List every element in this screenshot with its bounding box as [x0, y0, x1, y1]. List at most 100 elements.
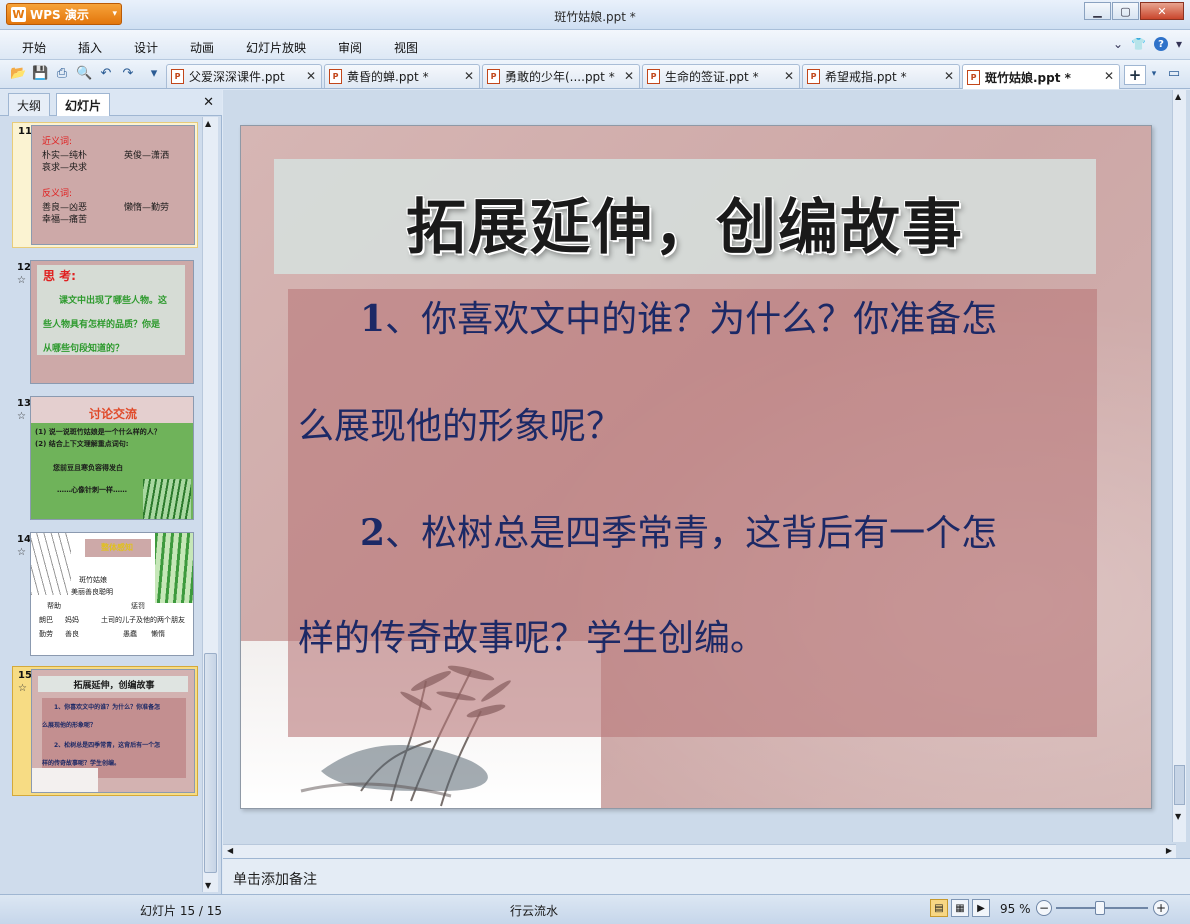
thumb-text: 斑竹姑娘 — [79, 576, 107, 584]
doc-tab-1[interactable]: P 父爱深深课件.ppt ✕ — [166, 64, 322, 88]
thumb-text: (2) 结合上下文理解重点词句: — [35, 440, 129, 448]
doc-tab-label: 勇敢的少年(....ppt * — [505, 70, 615, 84]
doc-tab-label: 生命的签证.ppt * — [665, 70, 759, 84]
doc-tab-6-active[interactable]: P 斑竹姑娘.ppt * ✕ — [962, 64, 1120, 89]
scroll-up-icon[interactable]: ▲ — [1175, 92, 1181, 101]
scroll-down-icon[interactable]: ▼ — [1175, 812, 1181, 821]
doc-tab-label: 父爱深深课件.ppt — [189, 70, 285, 84]
scroll-up-icon[interactable]: ▲ — [205, 119, 211, 128]
scrollbar-thumb[interactable] — [1174, 765, 1185, 805]
slide-thumbnail-13[interactable]: 13 ☆ 讨论交流 (1) 说一说斑竹姑娘是一个什么样的人？ (2) 结合上下文… — [12, 396, 198, 522]
thumb-text: 您前豆且寒负容得发白 — [53, 464, 123, 472]
new-tab-button[interactable]: + — [1124, 65, 1146, 85]
minimize-button[interactable]: ▁ — [1084, 2, 1111, 20]
print-preview-icon[interactable]: 🔍 — [76, 66, 92, 82]
save-icon[interactable]: 💾 — [32, 66, 48, 82]
close-tab-icon[interactable]: ✕ — [464, 69, 474, 83]
undo-icon[interactable]: ↶ — [98, 66, 114, 82]
zoom-level: 95 % — [1000, 902, 1031, 916]
thumbnail-preview: 讨论交流 (1) 说一说斑竹姑娘是一个什么样的人？ (2) 结合上下文理解重点词… — [30, 396, 194, 520]
zoom-in-button[interactable]: + — [1153, 900, 1169, 916]
quick-toolbar: 📂 💾 ⎙ 🔍 ↶ ↷ ▾ P 父爱深深课件.ppt ✕ P 黄昏的蝉.ppt … — [0, 60, 1190, 89]
close-panel-icon[interactable]: ✕ — [203, 95, 214, 110]
tab-outline[interactable]: 大纲 — [8, 93, 51, 116]
customize-toolbar-icon[interactable]: ▾ — [146, 66, 162, 82]
status-bar: 幻灯片 15 / 15 行云流水 ▤ ▦ ▶ 95 % − + — [0, 894, 1190, 924]
doc-tab-5[interactable]: P 希望戒指.ppt * ✕ — [802, 64, 960, 88]
menu-animation[interactable]: 动画 — [190, 39, 214, 56]
chevron-down-icon[interactable]: ▾ — [1176, 37, 1182, 51]
thumbnail-scrollbar[interactable]: ▲ ▼ — [202, 117, 218, 892]
thumb-text: 懒惰 — [151, 630, 165, 638]
scroll-right-icon[interactable]: ▶ — [1166, 846, 1172, 855]
slide-title[interactable]: 拓展延伸，创编故事 — [274, 179, 1096, 266]
close-tab-icon[interactable]: ✕ — [306, 69, 316, 83]
slide-paragraph-2-line-1: 2、松树总是四季常青，这背后有一个怎 — [298, 479, 1078, 588]
menu-slideshow[interactable]: 幻灯片放映 — [246, 39, 306, 56]
slide-sorter-view-icon[interactable]: ▦ — [951, 899, 969, 917]
bamboo-image — [143, 479, 191, 519]
thumbnail-preview: 拓展延伸，创编故事 1、你喜欢文中的谁？为什么？你准备怎 么展现他的形象呢？ 2… — [31, 669, 195, 793]
skin-shirt-icon[interactable]: 👕 — [1131, 37, 1146, 51]
close-tab-icon[interactable]: ✕ — [1104, 69, 1114, 83]
slide-thumbnail-15-selected[interactable]: 15 ☆ 拓展延伸，创编故事 1、你喜欢文中的谁？为什么？你准备怎 么展现他的形… — [12, 666, 198, 796]
thumb-text: 2、松树总是四季常青，这背后有一个怎 — [54, 742, 161, 749]
redo-icon[interactable]: ↷ — [120, 66, 136, 82]
thumb-text: 整体感知 — [101, 543, 133, 552]
thumb-text: 么展现他的形象呢？ — [42, 722, 97, 729]
menu-view[interactable]: 视图 — [394, 39, 418, 56]
normal-view-icon[interactable]: ▤ — [930, 899, 948, 917]
tab-slides[interactable]: 幻灯片 — [56, 93, 111, 116]
current-slide[interactable]: 拓展延伸，创编故事 1、你喜欢文中的谁？为什么？你准备怎 么展现他的形象呢？ 2… — [240, 125, 1152, 809]
thumb-text: 些人物具有怎样的品质？你是 — [43, 320, 161, 330]
print-icon[interactable]: ⎙ — [54, 66, 70, 82]
slide-thumbnail-11[interactable]: 11 近义词: 朴实—纯朴 哀求—央求 英俊—潇洒 反义词: 善良—凶恶 幸福—… — [12, 122, 198, 248]
doc-tab-4[interactable]: P 生命的签证.ppt * ✕ — [642, 64, 800, 88]
close-tab-icon[interactable]: ✕ — [624, 69, 634, 83]
zoom-slider-handle[interactable] — [1095, 901, 1105, 915]
zoom-out-button[interactable]: − — [1036, 900, 1052, 916]
maximize-button[interactable]: ▢ — [1112, 2, 1139, 20]
thumb-text: 哀求—央求 — [42, 163, 88, 173]
scrollbar-thumb[interactable] — [204, 653, 217, 873]
slide-thumbnail-14[interactable]: 14 ☆ 整体感知 斑竹姑娘 美丽善良聪明 帮助 惩罚 朗巴 妈妈 土司的儿子及… — [12, 532, 198, 658]
close-window-button[interactable]: ✕ — [1140, 2, 1184, 20]
thumb-text: 幸福—痛苦 — [42, 215, 88, 225]
open-folder-icon[interactable]: 📂 — [10, 66, 26, 82]
chevron-down-icon[interactable]: ⌄ — [1113, 37, 1123, 51]
slide-thumbnail-12[interactable]: 12 ☆ 思 考: 课文中出现了哪些人物。这 些人物具有怎样的品质？你是 从哪些… — [12, 260, 198, 386]
menu-insert[interactable]: 插入 — [78, 39, 102, 56]
chevron-down-icon[interactable]: ▾ — [1146, 66, 1162, 82]
thumbnail-preview: 整体感知 斑竹姑娘 美丽善良聪明 帮助 惩罚 朗巴 妈妈 土司的儿子及他的两个朋… — [30, 532, 194, 656]
menu-review[interactable]: 审阅 — [338, 39, 362, 56]
thumb-text: 愚蠢 — [123, 630, 137, 638]
menu-home[interactable]: 开始 — [22, 39, 46, 56]
help-icon[interactable]: ? — [1153, 37, 1168, 51]
window-title: 斑竹姑娘.ppt * — [554, 10, 636, 24]
ppt-file-icon: P — [171, 69, 184, 84]
slideshow-view-icon[interactable]: ▶ — [972, 899, 990, 917]
para-text: 、松树总是四季常青，这背后有一个怎 — [385, 513, 998, 554]
doc-tab-3[interactable]: P 勇敢的少年(....ppt * ✕ — [482, 64, 640, 88]
tab-list-icon[interactable]: ▭ — [1166, 66, 1182, 82]
thumb-text: 善良 — [65, 630, 79, 638]
thumb-text: 从哪些句段知道的？ — [43, 344, 125, 354]
slide-paragraph-1-line-1: 1、你喜欢文中的谁？为什么？你准备怎 — [298, 265, 1078, 374]
close-tab-icon[interactable]: ✕ — [784, 69, 794, 83]
scroll-left-icon[interactable]: ◀ — [227, 846, 233, 855]
menu-design[interactable]: 设计 — [134, 39, 158, 56]
doc-tab-2[interactable]: P 黄昏的蝉.ppt * ✕ — [324, 64, 480, 88]
bamboo-image — [155, 533, 193, 603]
slide-body-textbox[interactable]: 1、你喜欢文中的谁？为什么？你准备怎 么展现他的形象呢？ 2、松树总是四季常青，… — [288, 289, 1097, 737]
slide-vertical-scrollbar[interactable]: ▲ ▼ — [1172, 90, 1186, 842]
doc-tab-label: 斑竹姑娘.ppt * — [985, 70, 1071, 85]
slide-paragraph-1-line-2: 么展现他的形象呢？ — [298, 406, 623, 447]
animation-star-icon: ☆ — [17, 275, 26, 286]
slide-horizontal-scrollbar[interactable]: ◀ ▶ — [223, 844, 1176, 858]
notes-pane[interactable]: 单击添加备注 — [223, 858, 1190, 894]
thumb-text: 妈妈 — [65, 616, 79, 624]
thumbnail-preview: 近义词: 朴实—纯朴 哀求—央求 英俊—潇洒 反义词: 善良—凶恶 幸福—痛苦 … — [31, 125, 195, 245]
scroll-down-icon[interactable]: ▼ — [205, 881, 211, 890]
close-tab-icon[interactable]: ✕ — [944, 69, 954, 83]
thumb-text: 反义词: — [42, 189, 73, 199]
